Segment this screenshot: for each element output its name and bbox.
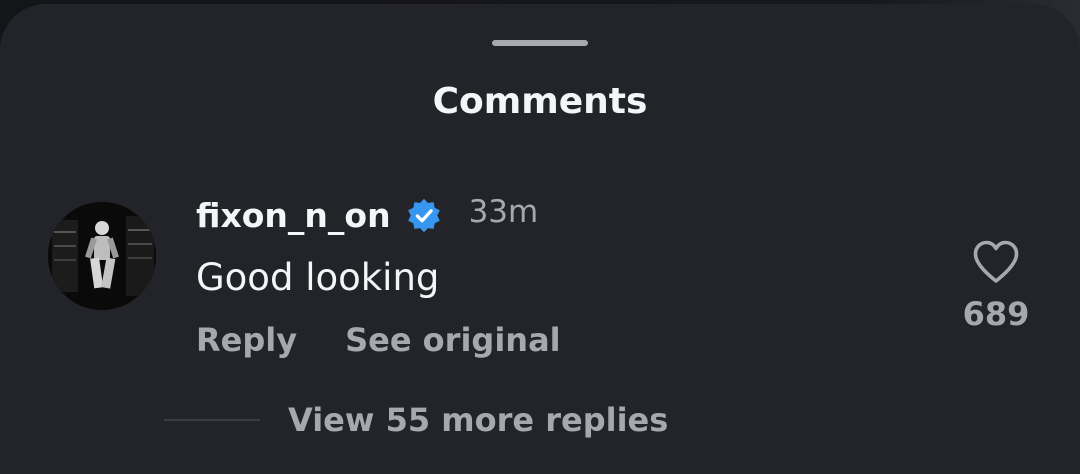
replies-divider-line: [164, 419, 260, 421]
avatar[interactable]: [48, 202, 156, 310]
comment-text: Good looking: [196, 256, 440, 299]
heart-outline-icon[interactable]: [971, 238, 1021, 286]
comment-username[interactable]: fixon_n_on: [196, 194, 391, 238]
comment-item: fixon_n_on 33m Good looking Reply See or…: [0, 0, 1080, 456]
comment-timestamp: 33m: [468, 194, 539, 230]
comment-header: fixon_n_on 33m: [196, 194, 538, 238]
comment-actions: Reply See original: [196, 318, 561, 362]
like-count: 689: [962, 295, 1030, 333]
verified-badge-icon: [405, 197, 443, 235]
view-replies-row: View 55 more replies: [164, 398, 668, 442]
see-original-button[interactable]: See original: [345, 318, 561, 362]
like-group: 689: [950, 238, 1042, 334]
view-more-replies-button[interactable]: View 55 more replies: [288, 398, 668, 442]
reply-button[interactable]: Reply: [196, 318, 297, 362]
